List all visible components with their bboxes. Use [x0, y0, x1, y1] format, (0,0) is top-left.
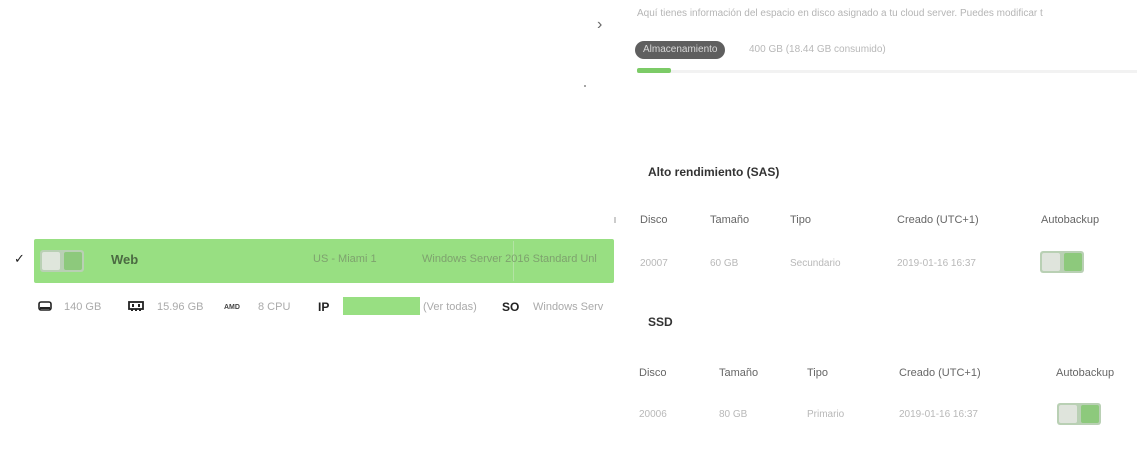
cell-tamano: 60 GB: [710, 258, 739, 269]
storage-summary: 400 GB (18.44 GB consumido): [749, 44, 886, 55]
toggle-knob: [1042, 253, 1060, 271]
spec-disk: 140 GB: [64, 301, 102, 313]
spec-os: Windows Serv: [533, 301, 604, 313]
view-all-ips-link[interactable]: (Ver todas): [423, 301, 477, 313]
col-header-tipo: Tipo: [790, 214, 811, 226]
ram-icon: [128, 300, 144, 312]
col-header-disco: Disco: [640, 214, 668, 226]
separator-dot: [584, 85, 586, 87]
toggle-knob: [1059, 405, 1077, 423]
spec-cpu: 8 CPU: [258, 301, 291, 313]
amd-logo-icon: AMD: [224, 304, 240, 311]
toggle-knob: [42, 252, 60, 270]
toggle-on-indicator: [64, 252, 82, 270]
col-header-creado: Creado (UTC+1): [899, 367, 981, 379]
spec-ram: 15.96 GB: [157, 301, 204, 313]
server-os: Windows Server 2016 Standard Unl: [422, 253, 597, 265]
server-location: US - Miami 1: [313, 253, 377, 265]
chevron-right-icon[interactable]: ›: [597, 16, 602, 34]
row-selected-check-icon[interactable]: ✓: [14, 251, 25, 267]
os-label: SO: [502, 300, 520, 314]
hdd-icon: [38, 300, 52, 312]
toggle-on-indicator: [1081, 405, 1099, 423]
server-toggle-switch[interactable]: [40, 250, 84, 272]
col-header-tamano: Tamaño: [719, 367, 759, 379]
autobackup-toggle-sas[interactable]: [1040, 251, 1084, 273]
col-header-autobackup: Autobackup: [1041, 214, 1100, 226]
storage-badge: Almacenamiento: [635, 41, 726, 59]
col-header-creado: Creado (UTC+1): [897, 214, 979, 226]
ip-label: IP: [318, 300, 330, 314]
col-header-tipo: Tipo: [807, 367, 828, 379]
section-title-ssd: SSD: [648, 315, 673, 329]
toggle-on-indicator: [1064, 253, 1082, 271]
cell-creado: 2019-01-16 16:37: [897, 258, 976, 269]
section-title-sas: Alto rendimiento (SAS): [648, 165, 780, 179]
autobackup-toggle-ssd[interactable]: [1057, 403, 1101, 425]
col-header-tamano: Tamaño: [710, 214, 750, 226]
storage-usage-track: [637, 70, 1137, 73]
storage-usage-bar: [637, 68, 671, 73]
col-header-disco: Disco: [639, 367, 667, 379]
panel-edge-mark: [614, 217, 616, 223]
cell-creado: 2019-01-16 16:37: [899, 409, 978, 420]
storage-intro-text: Aquí tienes información del espacio en d…: [637, 8, 1043, 19]
ip-address-redacted: [343, 297, 420, 315]
cell-tipo: Secundario: [790, 258, 841, 269]
server-name[interactable]: Web: [111, 252, 138, 267]
cell-disco: 20006: [639, 409, 667, 420]
cell-tipo: Primario: [807, 409, 845, 420]
cell-tamano: 80 GB: [719, 409, 748, 420]
cell-disco: 20007: [640, 258, 668, 269]
col-header-autobackup: Autobackup: [1056, 367, 1115, 379]
